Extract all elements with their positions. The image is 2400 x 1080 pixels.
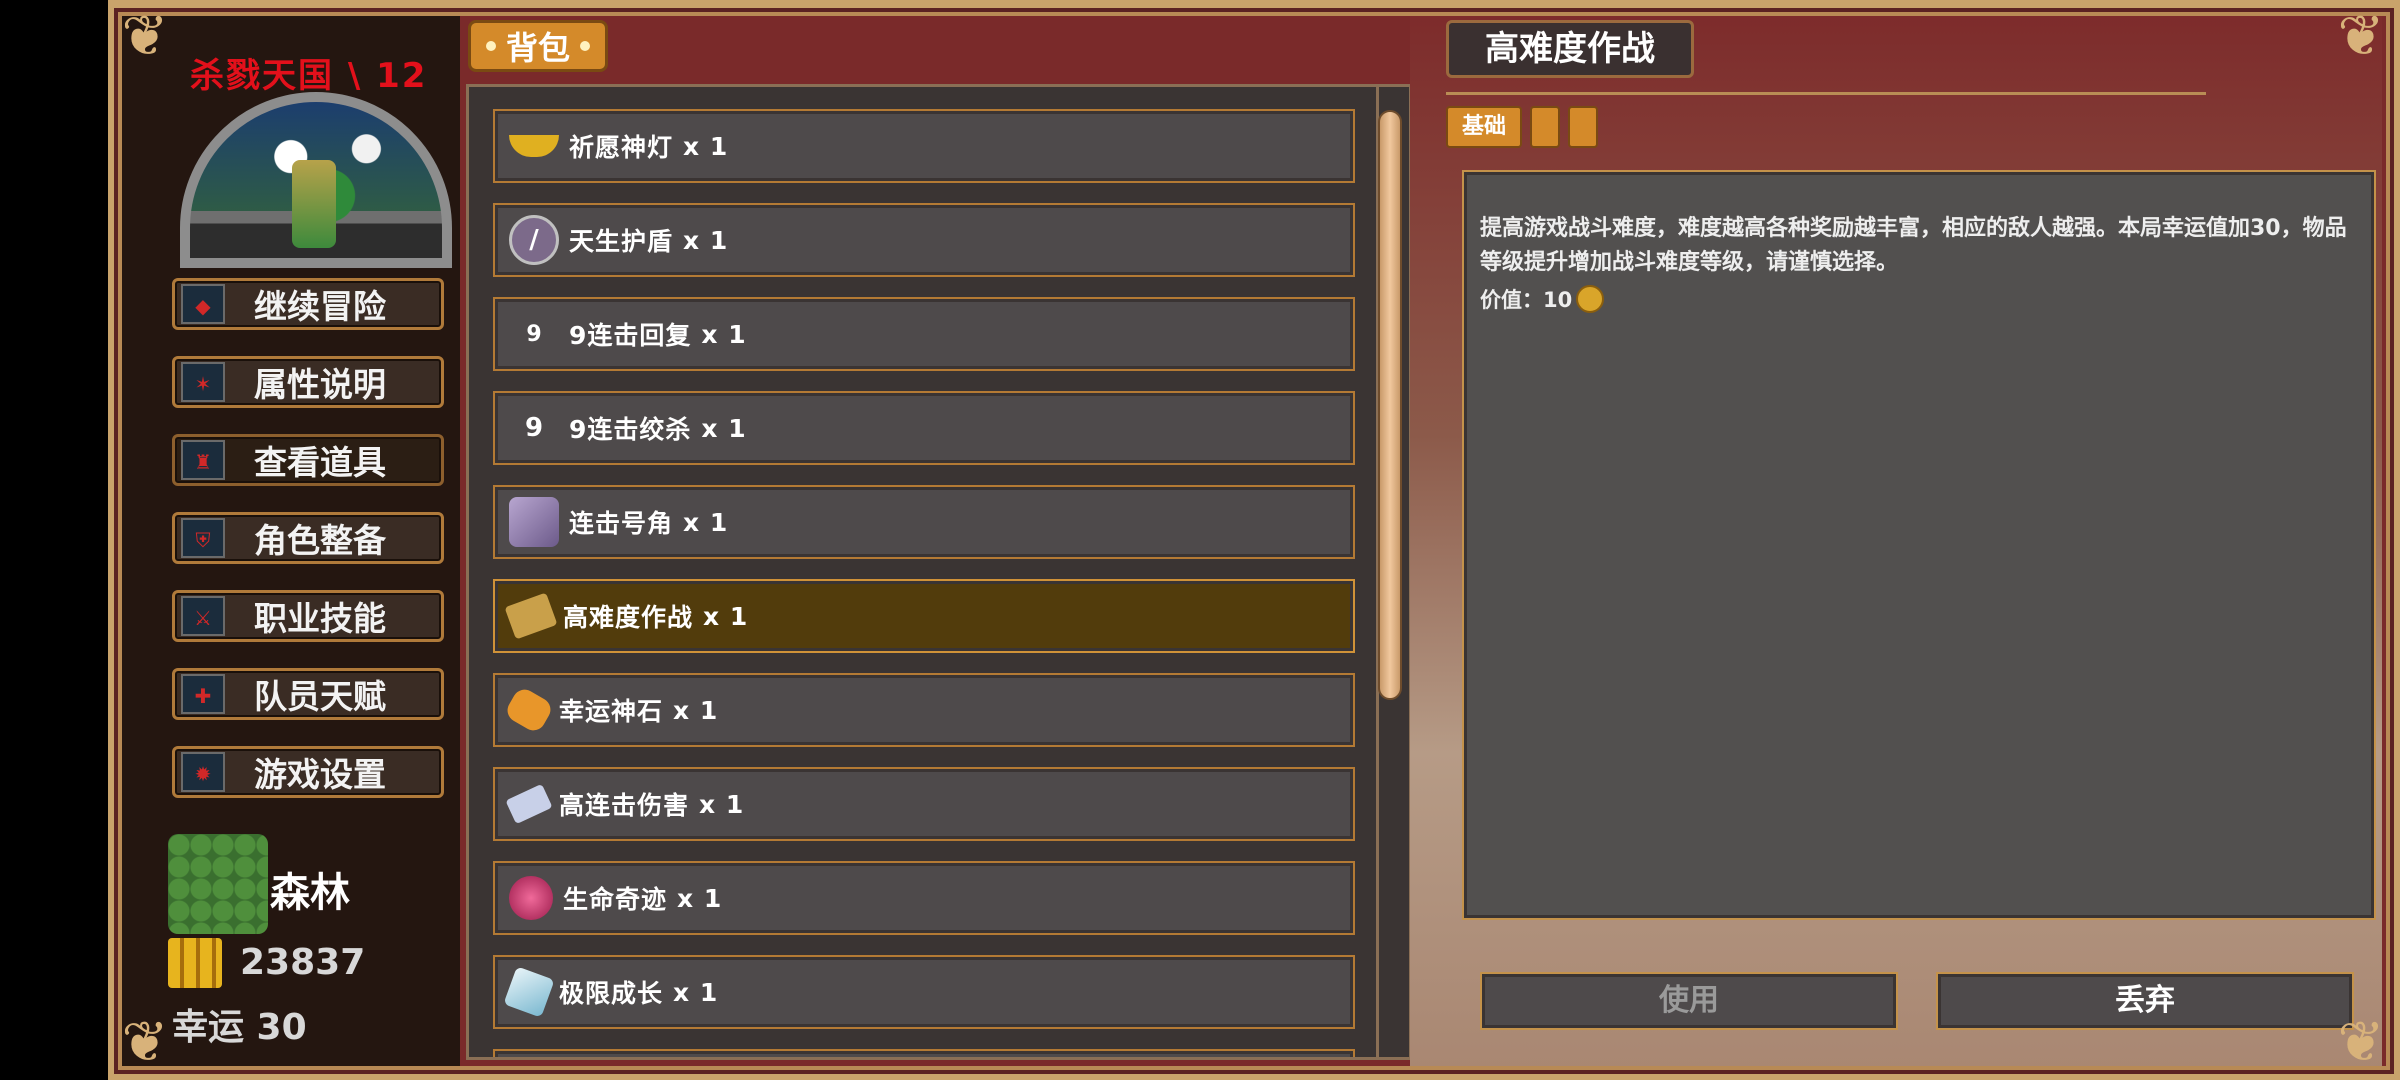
list-item[interactable]: 极限成长 x 1 xyxy=(493,955,1355,1029)
map-icon: ◆ xyxy=(181,284,225,324)
item-count: x 1 xyxy=(701,319,747,349)
attribute-icon: ✶ xyxy=(181,362,225,402)
title-divider xyxy=(1446,92,2206,95)
gold-coin-icon xyxy=(1576,285,1605,313)
item-count: x 1 xyxy=(683,225,729,255)
item-name: 祈愿神灯 xyxy=(569,133,674,162)
backpack-tab-label: 背包 xyxy=(505,29,570,67)
discard-button[interactable]: 丢弃 xyxy=(1936,972,2354,1030)
item-value: 价值：10 xyxy=(1480,284,1605,314)
list-item[interactable]: 9 9连击回复 x 1 xyxy=(493,297,1355,371)
list-item[interactable]: 生命奇迹 x 1 xyxy=(493,861,1355,935)
horn-icon xyxy=(509,497,559,547)
item-name: 高连击伤害 xyxy=(559,791,690,820)
menu-label: 角色整备 xyxy=(254,521,386,560)
item-name: 生命奇迹 xyxy=(563,885,668,914)
item-icon: ♜ xyxy=(181,440,225,480)
lamp-icon xyxy=(509,135,559,157)
item-count: x 1 xyxy=(683,507,729,537)
paper-icon xyxy=(505,783,553,825)
forest-icon xyxy=(168,834,268,934)
item-name: 极限成长 xyxy=(559,979,664,1008)
menu-equipment-button[interactable]: ⛨ 角色整备 xyxy=(172,512,444,564)
gold-amount: 23837 xyxy=(240,942,366,983)
item-name: 连击号角 xyxy=(569,509,674,538)
use-button[interactable]: 使用 xyxy=(1480,972,1898,1030)
luck-stone-icon xyxy=(503,685,555,735)
equipment-icon: ⛨ xyxy=(181,518,225,558)
menu-game-settings-button[interactable]: ✹ 游戏设置 xyxy=(172,746,444,798)
skill-icon: ⚔ xyxy=(181,596,225,636)
item-description: 提高游戏战斗难度，难度越高各种奖励越丰富，相应的敌人越强。本局幸运值加30，物品… xyxy=(1480,216,2347,275)
luck-value: 幸运 30 xyxy=(172,1007,307,1048)
menu-attributes-button[interactable]: ✶ 属性说明 xyxy=(172,356,444,408)
tab-ornament-icon xyxy=(485,41,496,51)
item-list[interactable]: 祈愿神灯 x 1 / 天生护盾 x 1 9 9连击回复 x 1 9 9连击绞杀 … xyxy=(466,84,1408,1060)
item-name: 天生护盾 xyxy=(569,227,674,256)
menu-label: 继续冒险 xyxy=(254,287,386,326)
item-count: x 1 xyxy=(677,883,723,913)
menu-label: 属性说明 xyxy=(254,365,386,404)
game-title: 杀戮天国 \ 12 xyxy=(190,56,428,96)
item-count: x 1 xyxy=(699,789,745,819)
menu-label: 职业技能 xyxy=(254,599,386,638)
item-name: 9连击回复 xyxy=(569,321,692,350)
tab-ornament-icon xyxy=(580,41,590,51)
corner-ornament-icon: ❦ xyxy=(121,1010,169,1075)
item-count: x 1 xyxy=(701,413,747,443)
nine-icon: 9 xyxy=(524,413,544,443)
menu-member-talents-button[interactable]: ✚ 队员天赋 xyxy=(172,668,444,720)
corner-ornament-icon: ❦ xyxy=(121,4,169,69)
category-tab[interactable] xyxy=(1568,106,1598,148)
talent-icon: ✚ xyxy=(181,674,225,714)
scroll-icon xyxy=(504,592,558,640)
list-item[interactable]: / 天生护盾 x 1 xyxy=(493,203,1355,277)
crystal-icon xyxy=(503,966,555,1018)
gold-coins-icon xyxy=(168,938,222,988)
list-item[interactable]: 高连击伤害 x 1 xyxy=(493,767,1355,841)
item-count: x 1 xyxy=(683,131,729,161)
item-detail-box xyxy=(1462,170,2376,920)
item-value-text: 价值：10 xyxy=(1480,288,1573,312)
item-name: 高难度作战 xyxy=(563,603,694,632)
item-count: x 1 xyxy=(673,977,719,1007)
scrollbar-thumb[interactable] xyxy=(1378,110,1402,700)
hero-sprite-icon xyxy=(292,160,336,248)
item-detail-title: 高难度作战 xyxy=(1446,20,1694,78)
list-item[interactable]: 连击号角 x 1 xyxy=(493,485,1355,559)
list-item[interactable]: 祈愿神灯 x 1 xyxy=(493,109,1355,183)
corner-ornament-icon: ❦ xyxy=(2337,1010,2385,1075)
category-basic-tab[interactable]: 基础 xyxy=(1446,106,1522,148)
location-name: 森林 xyxy=(270,870,350,916)
menu-label: 游戏设置 xyxy=(254,755,386,794)
nine-icon: 9 xyxy=(526,321,542,347)
list-item[interactable]: 9 9连击绞杀 x 1 xyxy=(493,391,1355,465)
list-item[interactable]: 幸运神石 x 1 xyxy=(493,673,1355,747)
menu-class-skills-button[interactable]: ⚔ 职业技能 xyxy=(172,590,444,642)
menu-continue-adventure-button[interactable]: ◆ 继续冒险 xyxy=(172,278,444,330)
menu-view-items-button[interactable]: ♜ 查看道具 xyxy=(172,434,444,486)
list-item[interactable] xyxy=(493,1049,1355,1057)
item-count: x 1 xyxy=(703,601,749,631)
menu-label: 队员天赋 xyxy=(254,677,386,716)
item-name: 9连击绞杀 xyxy=(569,415,692,444)
item-name: 幸运神石 xyxy=(559,697,664,726)
backpack-tab[interactable]: 背包 xyxy=(468,20,608,72)
corner-ornament-icon: ❦ xyxy=(2337,4,2385,69)
settings-icon: ✹ xyxy=(181,752,225,792)
item-count: x 1 xyxy=(673,695,719,725)
life-orb-icon xyxy=(509,876,553,920)
list-item-selected[interactable]: 高难度作战 x 1 xyxy=(493,579,1355,653)
shield-orb-icon: / xyxy=(509,215,559,265)
menu-label: 查看道具 xyxy=(254,443,386,482)
category-tab[interactable] xyxy=(1530,106,1560,148)
